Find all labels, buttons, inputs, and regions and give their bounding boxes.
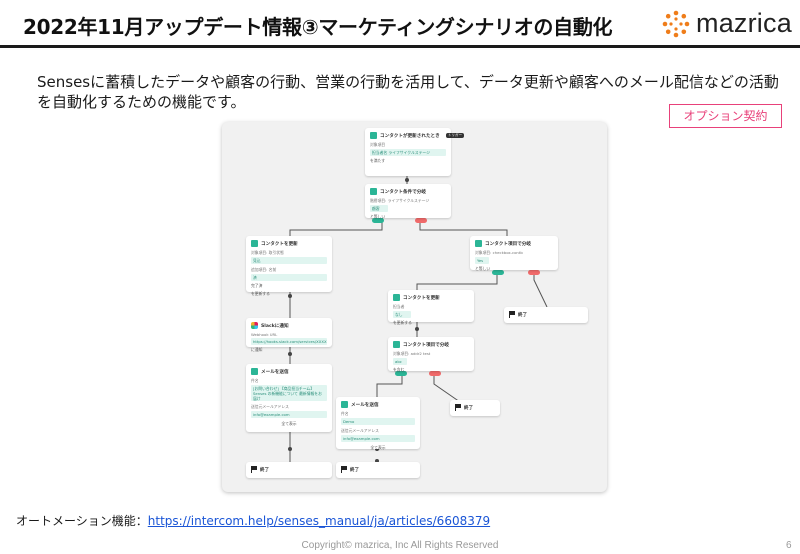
node-value-tag: info@example.com (251, 411, 327, 418)
flow-node-end[interactable]: 終了 (504, 307, 588, 323)
slack-icon (251, 322, 258, 329)
node-title: コンタクトが更新されたとき (380, 133, 440, 139)
node-title: コンタクトを更新 (261, 241, 298, 247)
node-value-tag: Yes (475, 257, 489, 264)
node-note: と等しい (475, 266, 491, 271)
contact-icon (370, 132, 377, 139)
flow-node-branch[interactable]: コンタクト項目で分岐 対象項目: checkbox-contb Yes と等しい (470, 236, 558, 271)
slide: 2022年11月アップデート情報③マーケティングシナリオの自動化 mazrica… (0, 0, 800, 554)
automation-help-link[interactable]: https://intercom.help/senses_manual/ja/a… (148, 514, 490, 528)
flow-node-end[interactable]: 終了 (450, 400, 500, 416)
contact-icon (251, 240, 258, 247)
flow-node-send-email[interactable]: メールを送信 件名 Demo 送信元メールアドレス info@example.c… (336, 397, 420, 451)
page-title: 2022年11月アップデート情報③マーケティングシナリオの自動化 (23, 15, 613, 39)
node-note: 完了済 (251, 283, 263, 288)
flow-node-branch[interactable]: コンタクト項目で分岐 対象項目: addr2 test abc を含む (388, 337, 474, 372)
node-value-tag: 済 (251, 274, 327, 281)
flag-icon (455, 404, 461, 411)
show-all-link[interactable]: 全て表示 (251, 421, 327, 427)
copyright-text: Copyright© mazrica, Inc All Rights Reser… (301, 540, 499, 551)
email-icon (341, 401, 348, 408)
flow-node-slack[interactable]: Slackに通知 Webhook URL https://hooks.slack… (246, 318, 332, 352)
footer-link-row: オートメーション機能：https://intercom.help/senses_… (16, 512, 490, 529)
flag-icon (509, 311, 515, 318)
node-value-tag: [お問い合わせ] 【商品担当チーム】 Senses の新機能について 最新情報を… (251, 385, 327, 401)
node-value-tag: Demo (341, 418, 415, 425)
header-divider (0, 45, 800, 48)
contact-icon (393, 294, 400, 301)
flow-node-branch[interactable]: コンタクト条件で分岐 階層項目: ライフサイクルステージ 顧客 と等しい (365, 184, 451, 219)
node-label: 対象項目: checkbox-contb (475, 250, 523, 255)
node-note: に通知 (251, 347, 263, 352)
node-label: 件名 (341, 411, 349, 416)
node-label: 送信元メールアドレス (251, 404, 289, 409)
node-title: コンタクト項目で分岐 (403, 342, 449, 348)
node-value-tag: なし (393, 311, 411, 318)
trigger-badge: トリガー (445, 133, 465, 138)
show-all-link[interactable]: 全て表示 (341, 445, 415, 451)
flow-node-send-email[interactable]: メールを送信 件名 [お問い合わせ] 【商品担当チーム】 Senses の新機能… (246, 364, 332, 432)
node-note: と等しい (370, 214, 386, 219)
node-label: 担当者 (393, 304, 405, 309)
email-icon (251, 368, 258, 375)
node-value-tag: 顧客 (370, 205, 388, 212)
node-note: を更新する (251, 291, 270, 296)
node-title: 終了 (350, 467, 360, 473)
connector-dot (415, 327, 419, 331)
node-label: 対象項目: 取引状態 (251, 250, 284, 255)
flow-node-end[interactable]: 終了 (246, 462, 332, 478)
logo-text: mazrica (696, 8, 792, 38)
node-title: コンタクトを更新 (403, 295, 440, 301)
node-value-tag: 見込 (251, 257, 327, 264)
connector-dot (288, 447, 292, 451)
node-note: を更新する (393, 320, 412, 325)
node-title: メールを送信 (261, 369, 289, 375)
connector-dot (405, 178, 409, 182)
page-number: 6 (786, 540, 792, 551)
node-note: を含む (393, 367, 405, 372)
node-label: 階層項目: ライフサイクルステージ (370, 198, 430, 203)
flow-node-end[interactable]: 終了 (336, 462, 420, 478)
node-note: を満たす (370, 158, 386, 163)
flag-icon (341, 466, 347, 473)
option-contract-badge: オプション契約 (669, 104, 782, 128)
node-value-tag: 担当者名 ライフサイクルステージ (370, 149, 446, 156)
flow-node-update-contact[interactable]: コンタクトを更新 対象項目: 取引状態 見込 追加項目: 名前 済 完了済 を更… (246, 236, 332, 296)
node-value-tag: https://hooks.slack.com/services/XXXX (251, 338, 327, 345)
mazrica-logo: mazrica (662, 8, 792, 39)
automation-flow-canvas: コンタクトが更新されたとき トリガー 対象項目 担当者名 ライフサイクルステージ … (222, 122, 607, 492)
node-label: 追加項目: 名前 (251, 267, 277, 272)
footer-label: オートメーション機能： (16, 514, 148, 528)
node-title: Slackに通知 (261, 323, 289, 329)
flow-node-trigger[interactable]: コンタクトが更新されたとき トリガー 対象項目 担当者名 ライフサイクルステージ … (365, 128, 465, 176)
flag-icon (251, 466, 257, 473)
node-title: コンタクト項目で分岐 (485, 241, 531, 247)
node-title: メールを送信 (351, 402, 379, 408)
node-value-tag: abc (393, 358, 407, 365)
node-title: 終了 (260, 467, 270, 473)
node-title: コンタクト条件で分岐 (380, 189, 426, 195)
branch-icon (393, 341, 400, 348)
node-label: 対象項目 (370, 142, 386, 147)
node-label: 件名 (251, 378, 259, 383)
branch-icon (370, 188, 377, 195)
node-title: 終了 (464, 405, 474, 411)
flow-node-update-contact[interactable]: コンタクトを更新 担当者 なし を更新する (388, 290, 474, 325)
node-label: 対象項目: addr2 test (393, 351, 431, 356)
node-label: 送信元メールアドレス (341, 428, 379, 433)
branch-icon (475, 240, 482, 247)
mazrica-logo-icon (662, 10, 690, 37)
node-value-tag: info@example.com (341, 435, 415, 442)
node-title: 終了 (518, 312, 528, 318)
node-label: Webhook URL (251, 332, 278, 337)
